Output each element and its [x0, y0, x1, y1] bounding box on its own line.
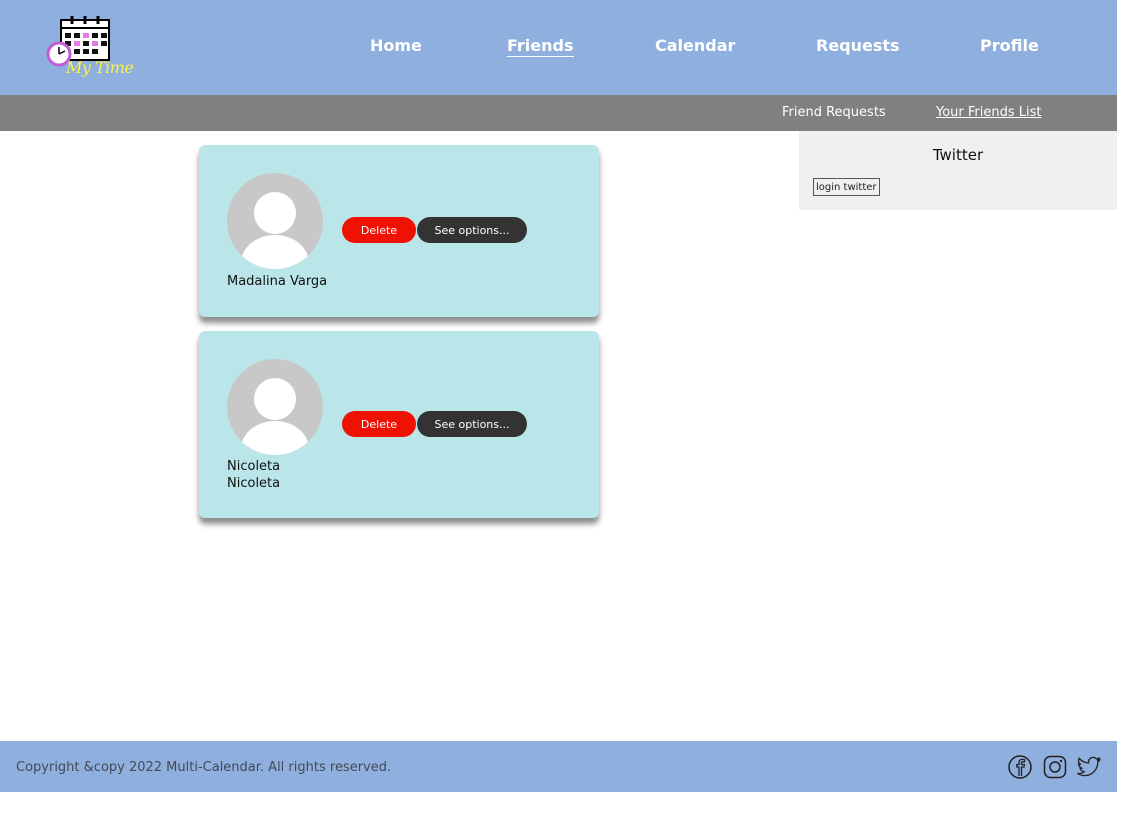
twitter-icon[interactable]: [1076, 754, 1102, 780]
site-header: My Time Home Friends Calendar Requests P…: [0, 0, 1117, 95]
delete-friend-button[interactable]: Delete: [342, 217, 416, 243]
delete-friend-button[interactable]: Delete: [342, 411, 416, 437]
friend-card: Nicoleta Nicoleta Delete See options...: [199, 331, 599, 518]
see-options-button[interactable]: See options...: [417, 411, 527, 437]
copyright-text: Copyright &copy 2022 Multi-Calendar. All…: [16, 760, 392, 775]
friend-name: Nicoleta Nicoleta: [227, 459, 281, 491]
twitter-panel: Twitter login twitter: [799, 131, 1117, 210]
instagram-icon[interactable]: [1042, 754, 1068, 780]
friend-name: Madalina Varga: [227, 274, 328, 289]
facebook-icon[interactable]: [1007, 754, 1033, 780]
login-twitter-button[interactable]: login twitter: [813, 178, 880, 196]
see-options-button[interactable]: See options...: [417, 217, 527, 243]
nav-profile[interactable]: Profile: [980, 36, 1039, 55]
twitter-title: Twitter: [932, 146, 984, 164]
nav-calendar[interactable]: Calendar: [655, 36, 735, 55]
nav-friends[interactable]: Friends: [507, 36, 574, 57]
avatar: [227, 173, 323, 269]
friends-subnav: Friend Requests Your Friends List: [0, 95, 1117, 131]
site-footer: Copyright &copy 2022 Multi-Calendar. All…: [0, 741, 1117, 792]
user-placeholder-icon: [241, 192, 309, 269]
user-placeholder-icon: [241, 378, 309, 455]
subnav-friend-requests[interactable]: Friend Requests: [782, 105, 886, 120]
nav-home[interactable]: Home: [370, 36, 422, 55]
friend-card: Madalina Varga Delete See options...: [199, 145, 599, 317]
avatar: [227, 359, 323, 455]
nav-requests[interactable]: Requests: [816, 36, 900, 55]
logo-text: My Time: [66, 58, 134, 77]
subnav-friends-list[interactable]: Your Friends List: [936, 105, 1042, 120]
